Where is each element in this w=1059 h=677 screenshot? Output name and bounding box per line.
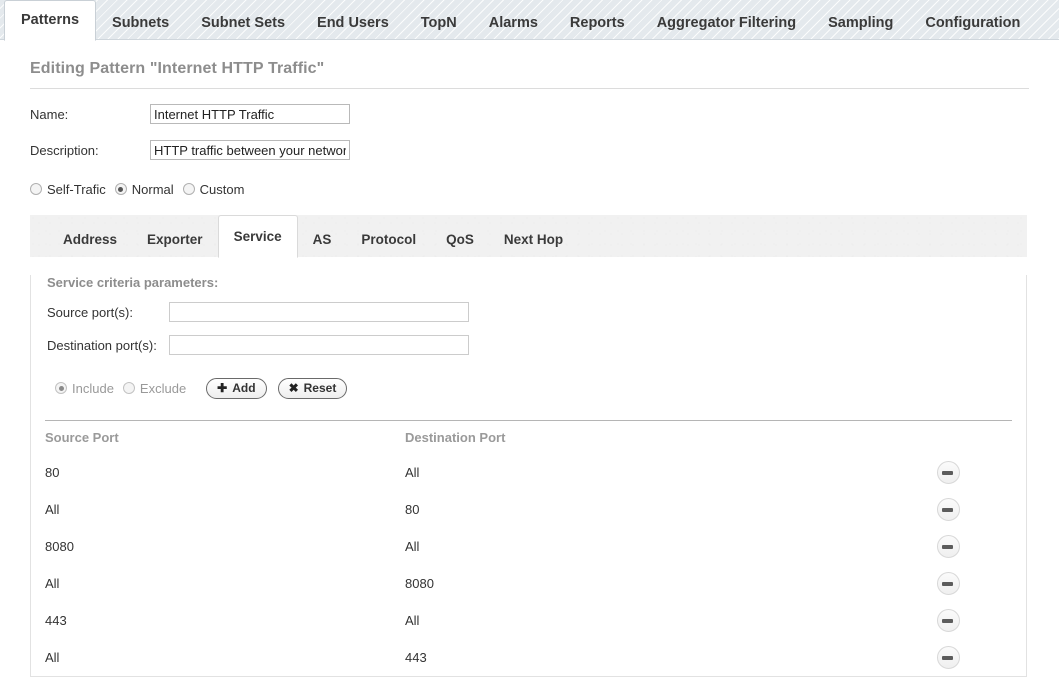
criteria-tab-qos[interactable]: QoS — [431, 223, 489, 257]
table-row: All 80 — [45, 491, 1012, 528]
criteria-panel: Address Exporter Service AS Protocol QoS Next … — [30, 215, 1027, 677]
radio-label: Exclude — [139, 380, 187, 396]
source-port-input[interactable] — [169, 302, 469, 322]
top-tab-patterns[interactable]: Patterns — [4, 0, 97, 41]
add-button[interactable]: ✚ Add — [206, 377, 267, 399]
minus-circle-icon[interactable] — [937, 572, 960, 595]
add-button-label: Add — [232, 381, 256, 395]
top-tab-end-users[interactable]: End Users — [301, 7, 405, 40]
description-row: Description: — [30, 139, 1059, 161]
cross-icon: ✖ — [288, 381, 299, 395]
table-row: All 8080 — [45, 565, 1012, 602]
cell-actions — [885, 454, 1012, 491]
name-input[interactable] — [150, 104, 350, 124]
criteria-action-row: Include Exclude ✚ Add ✖ Reset — [55, 376, 1026, 400]
service-tab-panel: Service criteria parameters: Source port… — [30, 275, 1027, 677]
cell-source-port: All — [45, 650, 60, 665]
radio-label: Include — [72, 380, 114, 396]
criteria-tab-address[interactable]: Address — [48, 223, 132, 257]
column-header-actions — [885, 421, 1012, 454]
radio-button-icon[interactable] — [30, 183, 42, 195]
top-tab-subnet-sets[interactable]: Subnet Sets — [185, 7, 301, 40]
destination-port-row: Destination port(s): — [47, 334, 1026, 356]
cell-actions — [885, 565, 1012, 602]
source-port-label: Source port(s): — [47, 304, 133, 320]
radio-button-icon[interactable] — [182, 183, 195, 195]
destination-port-label: Destination port(s): — [47, 337, 157, 353]
plus-icon: ✚ — [217, 381, 228, 395]
cell-destination-port: 8080 — [405, 576, 434, 591]
top-tab-aggregator-filtering[interactable]: Aggregator Filtering — [641, 7, 812, 40]
filter-radio-include[interactable]: Include — [55, 381, 114, 396]
top-tab-sampling[interactable]: Sampling — [812, 7, 909, 40]
top-tab-subnets[interactable]: Subnets — [96, 7, 185, 40]
cell-destination-port: 443 — [405, 650, 427, 665]
table-row: 443 All — [45, 602, 1012, 639]
cell-actions — [885, 602, 1012, 639]
port-table-wrapper: Source Port Destination Port 80 All All 80 8… — [45, 420, 1012, 676]
cell-source-port: 443 — [45, 613, 67, 628]
minus-circle-icon[interactable] — [937, 609, 960, 632]
criteria-tab-protocol[interactable]: Protocol — [346, 223, 431, 257]
criteria-tab-service[interactable]: Service — [217, 215, 298, 258]
pattern-mode-radio-normal[interactable]: Normal — [114, 181, 174, 197]
description-label: Description: — [30, 142, 99, 158]
column-header-source-port: Source Port — [45, 430, 119, 445]
cell-actions — [885, 491, 1012, 528]
minus-circle-icon[interactable] — [937, 646, 960, 669]
minus-circle-icon[interactable] — [937, 498, 960, 521]
top-tab-list: Patterns Subnets Subnet Sets End Users TopN A… — [0, 0, 1059, 41]
radio-button-icon[interactable] — [114, 183, 127, 195]
cell-actions — [885, 528, 1012, 565]
pattern-mode-radio-self-trafic[interactable]: Self-Trafic — [30, 182, 106, 197]
name-row: Name: — [30, 103, 1059, 125]
page-content: Editing Pattern "Internet HTTP Traffic" … — [0, 60, 1059, 677]
column-header-destination-port: Destination Port — [405, 430, 506, 445]
radio-button-icon[interactable] — [122, 382, 135, 394]
port-table: Source Port Destination Port 80 All All 80 8… — [45, 421, 1012, 676]
top-tab-alarms[interactable]: Alarms — [473, 7, 554, 40]
criteria-tab-list: Address Exporter Service AS Protocol QoS Next … — [30, 215, 1027, 258]
table-row: 8080 All — [45, 528, 1012, 565]
cell-source-port: All — [45, 502, 60, 517]
filter-radio-exclude[interactable]: Exclude — [122, 380, 187, 396]
include-exclude-radio-group: Include Exclude — [55, 379, 195, 397]
criteria-tab-as[interactable]: AS — [298, 223, 347, 257]
cell-destination-port: 80 — [405, 502, 420, 517]
criteria-tab-next-hop[interactable]: Next Hop — [489, 223, 578, 257]
top-tab-topn[interactable]: TopN — [405, 7, 473, 40]
table-header-row: Source Port Destination Port — [45, 421, 1012, 454]
cell-destination-port: All — [405, 613, 420, 628]
table-row: All 443 — [45, 639, 1012, 676]
cell-source-port: 80 — [45, 465, 60, 480]
radio-label: Normal — [131, 181, 174, 197]
top-navigation-bar: Patterns Subnets Subnet Sets End Users TopN A… — [0, 0, 1059, 41]
name-label: Name: — [30, 106, 69, 122]
minus-circle-icon[interactable] — [937, 535, 960, 558]
source-port-row: Source port(s): — [47, 301, 1026, 323]
cell-actions — [885, 639, 1012, 676]
top-tab-configuration[interactable]: Configuration — [909, 7, 1036, 40]
pattern-mode-radio-custom[interactable]: Custom — [182, 181, 245, 197]
port-table-head: Source Port Destination Port — [45, 421, 1012, 454]
radio-label: Custom — [199, 181, 245, 197]
cell-source-port: 8080 — [45, 539, 74, 554]
title-divider — [30, 88, 1029, 89]
radio-button-icon[interactable] — [55, 382, 67, 394]
destination-port-input[interactable] — [169, 335, 469, 355]
minus-circle-icon[interactable] — [937, 461, 960, 484]
description-input[interactable] — [150, 140, 350, 160]
top-tab-reports[interactable]: Reports — [554, 7, 641, 40]
criteria-tab-exporter[interactable]: Exporter — [132, 223, 218, 257]
reset-button-label: Reset — [303, 381, 337, 395]
reset-button[interactable]: ✖ Reset — [277, 377, 348, 399]
cell-destination-port: All — [405, 539, 420, 554]
pattern-mode-radio-group: Self-Trafic Normal Custom — [30, 180, 1059, 198]
criteria-heading: Service criteria parameters: — [47, 275, 219, 290]
table-row: 80 All — [45, 454, 1012, 491]
cell-source-port: All — [45, 576, 60, 591]
page-title: Editing Pattern "Internet HTTP Traffic" — [30, 60, 325, 77]
cell-destination-port: All — [405, 465, 420, 480]
radio-label: Self-Trafic — [47, 181, 106, 197]
